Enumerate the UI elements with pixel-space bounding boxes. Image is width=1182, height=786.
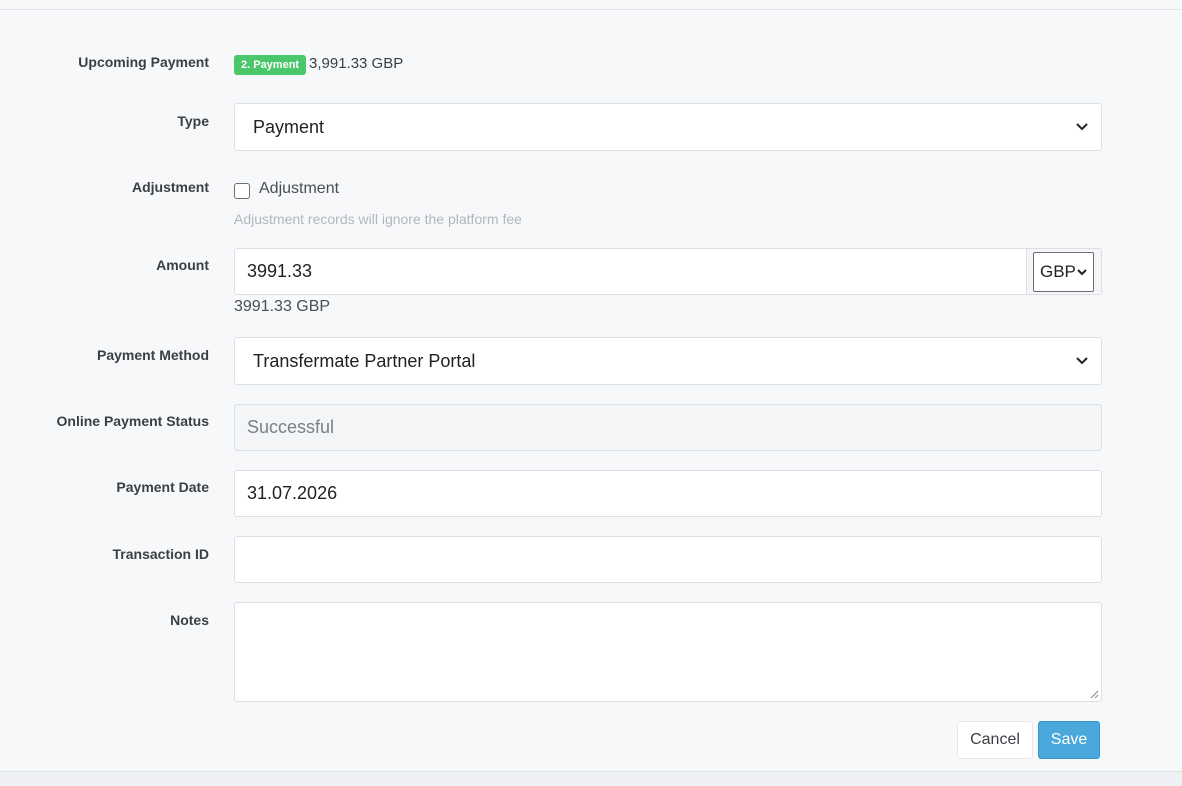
payment-method-select-value: Transfermate Partner Portal [253,351,476,371]
amount-input-group: 3991.33 GBP [234,248,1102,295]
currency-select[interactable]: GBP [1033,252,1094,292]
notes-textarea[interactable] [234,602,1102,702]
online-payment-status-label: Online Payment Status [56,413,209,429]
upcoming-payment-label: Upcoming Payment [78,54,209,70]
payment-method-select[interactable]: Transfermate Partner Portal [234,337,1102,385]
type-select[interactable]: Payment [234,103,1102,151]
payment-date-input[interactable]: 31.07.2026 [234,470,1102,517]
online-payment-status-field: Successful [234,404,1102,451]
chevron-down-icon [1077,269,1087,276]
type-select-value: Payment [253,117,325,137]
notes-label: Notes [170,612,209,628]
payment-form-page: Upcoming Payment 2. Payment 3,991.33 GBP… [0,0,1182,786]
currency-select-value: GBP [1040,262,1076,281]
amount-summary: 3991.33 GBP [234,298,331,315]
chevron-down-icon [1076,357,1088,365]
resize-grip-icon[interactable] [1090,690,1099,699]
transaction-id-label: Transaction ID [112,546,209,562]
top-divider [0,9,1182,10]
save-button[interactable]: Save [1038,721,1100,759]
payment-method-label: Payment Method [96,347,209,363]
currency-addon: GBP [1027,249,1101,294]
cancel-button[interactable]: Cancel [957,721,1033,759]
bottom-divider [0,771,1182,786]
adjustment-checkbox[interactable] [234,183,250,199]
adjustment-help-text: Adjustment records will ignore the platf… [234,211,522,227]
type-label: Type [177,113,209,129]
adjustment-checkbox-label[interactable]: Adjustment [259,179,339,199]
amount-label: Amount [156,257,209,273]
chevron-down-icon [1076,123,1088,131]
adjustment-label: Adjustment [132,179,209,195]
payment-number-badge: 2. Payment [234,55,307,75]
payment-date-label: Payment Date [116,479,209,495]
transaction-id-input[interactable] [234,536,1102,583]
upcoming-payment-amount: 3,991.33 GBP [309,55,404,72]
amount-input[interactable]: 3991.33 [235,249,1027,294]
